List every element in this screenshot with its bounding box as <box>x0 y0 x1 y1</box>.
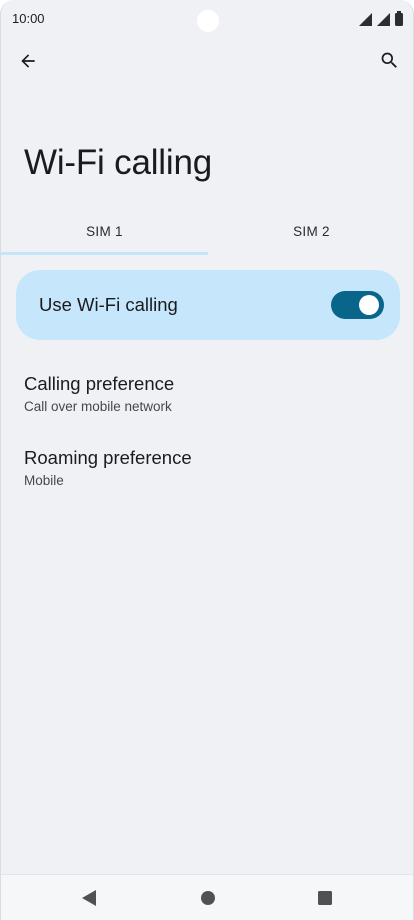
back-button[interactable] <box>10 43 46 79</box>
status-bar: 10:00 <box>1 0 413 38</box>
toggle-thumb <box>359 295 379 315</box>
navigation-bar <box>1 874 413 920</box>
roaming-preference-item[interactable]: Roaming preference Mobile <box>24 447 394 488</box>
calling-preference-title: Calling preference <box>24 373 175 394</box>
search-icon <box>381 52 397 68</box>
nav-back-icon <box>82 890 96 906</box>
nav-recents-button[interactable] <box>312 885 338 911</box>
nav-recents-icon <box>318 891 332 905</box>
camera-cutout <box>197 10 219 32</box>
calling-preference-summary: Call over mobile network <box>24 399 172 414</box>
calling-preference-item[interactable]: Calling preference Call over mobile netw… <box>24 373 394 414</box>
sim-tabs: SIM 1 SIM 2 <box>1 208 413 256</box>
signal-icon <box>377 12 390 26</box>
battery-icon <box>395 10 403 26</box>
wifi-calling-toggle[interactable] <box>331 291 384 319</box>
status-time: 10:00 <box>12 11 45 26</box>
nav-back-button[interactable] <box>76 885 102 911</box>
device-screen: 10:00 Wi-Fi calling SIM 1 SIM 2 Use Wi-F… <box>0 0 414 920</box>
roaming-preference-summary: Mobile <box>24 473 64 488</box>
status-icons <box>359 10 403 26</box>
tab-sim-1[interactable]: SIM 1 <box>1 208 208 254</box>
use-wifi-calling-label: Use Wi-Fi calling <box>39 294 178 315</box>
page-title: Wi-Fi calling <box>24 143 212 182</box>
nav-home-icon <box>201 891 215 905</box>
tab-indicator <box>1 252 208 255</box>
roaming-preference-title: Roaming preference <box>24 447 192 468</box>
signal-icon <box>359 12 372 26</box>
tab-sim-2[interactable]: SIM 2 <box>208 208 413 254</box>
use-wifi-calling-switch-bar[interactable]: Use Wi-Fi calling <box>16 270 400 340</box>
search-button[interactable] <box>371 42 407 78</box>
nav-home-button[interactable] <box>195 885 221 911</box>
arrow-left-icon <box>21 54 35 68</box>
